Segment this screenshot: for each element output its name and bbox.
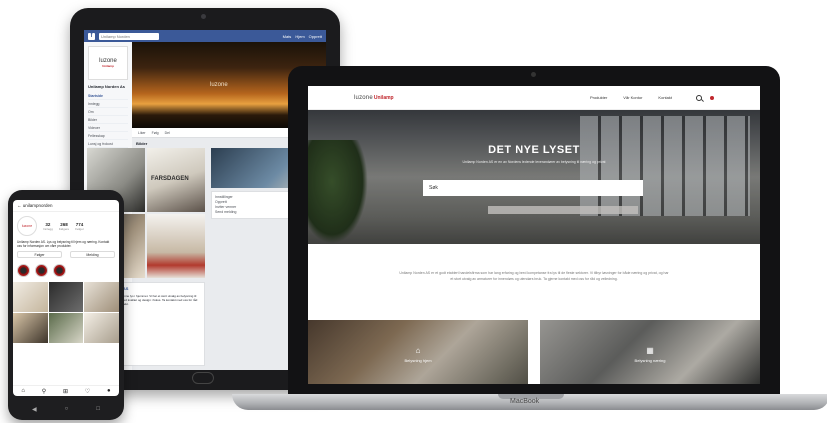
instagram-profile-header: luzone 32 Innlegg 268 Følgere 774 Følger — [13, 212, 119, 240]
story-highlight[interactable] — [53, 264, 66, 277]
share-button[interactable]: Del — [165, 131, 170, 135]
hero-banner: DET NYE LYSET Unilamp Norden AS er en av… — [308, 110, 760, 244]
tile-office[interactable]: ▦ Belysning næring — [540, 320, 760, 384]
home-button-icon — [192, 372, 214, 384]
message-button[interactable]: Melding — [70, 251, 115, 258]
nav-link-kontakt[interactable]: Kontakt — [658, 95, 672, 100]
stat-label: Følgere — [58, 226, 70, 231]
office-icon: ▦ — [646, 346, 654, 355]
instagram-username: unilampnorden — [22, 203, 53, 208]
profile-icon[interactable]: ● — [107, 388, 111, 394]
hero-overlay — [308, 110, 760, 244]
topbar-link[interactable]: Opprett — [309, 34, 322, 39]
site-logo-sub: Unilamp — [373, 94, 394, 101]
topbar-link[interactable]: Hjem — [295, 34, 304, 39]
search-icon[interactable] — [696, 94, 702, 101]
tile-home[interactable]: ⌂ Belysning hjem — [308, 320, 528, 384]
brand-logo-sub: Unilamp — [102, 64, 114, 68]
nav-item-innlegg[interactable]: Innlegg — [88, 100, 128, 108]
tile-label: Belysning hjem — [404, 358, 432, 363]
stat-followers[interactable]: 268 Følgere — [59, 222, 69, 231]
heart-icon[interactable]: ♡ — [85, 388, 90, 395]
site-logo[interactable]: luzone Unilamp — [354, 95, 394, 101]
home-icon: ⌂ — [415, 346, 421, 355]
camera-icon — [201, 14, 206, 19]
topbar-link[interactable]: Mats — [283, 34, 292, 39]
language-flag-icon[interactable] — [710, 95, 714, 100]
post-thumb[interactable] — [13, 282, 48, 312]
stat-posts[interactable]: 32 Innlegg — [43, 222, 53, 231]
site-logo-brand: luzone — [354, 94, 373, 101]
story-highlight[interactable] — [35, 264, 48, 277]
story-highlights — [13, 261, 119, 280]
follow-button[interactable]: Følg — [152, 131, 159, 135]
nav-item-om[interactable]: Om — [88, 108, 128, 116]
home-icon[interactable]: ⌂ — [21, 388, 25, 394]
add-icon[interactable]: ⊞ — [63, 388, 68, 395]
story-highlight[interactable] — [17, 264, 30, 277]
search-icon[interactable]: ⚲ — [42, 388, 46, 395]
profile-stats: 32 Innlegg 268 Følgere 774 Følger — [43, 222, 84, 231]
instagram-profile-screen: ← unilampnorden luzone 32 Innlegg 268 Fø… — [13, 200, 119, 396]
macbook-label: MacBook — [510, 398, 540, 405]
post-thumb[interactable] — [84, 282, 119, 312]
recent-icon[interactable]: □ — [96, 406, 100, 412]
photo-thumb[interactable]: FARSDAGEN — [147, 148, 205, 212]
stat-label: Følger — [75, 226, 84, 231]
facebook-topbar-links: Mats Hjem Opprett — [283, 34, 322, 39]
category-tiles: ⌂ Belysning hjem ▦ Belysning næring — [308, 320, 760, 384]
profile-bio: Unilamp Norden AS. Lys og belysning til … — [17, 240, 110, 248]
nav-item-videoer[interactable]: Videoer — [88, 124, 128, 132]
home-icon[interactable]: ○ — [65, 406, 69, 412]
nav-item-lunsj[interactable]: Lunsj og frokost — [88, 140, 128, 148]
phone-device: ← unilampnorden luzone 32 Innlegg 268 Fø… — [8, 190, 124, 420]
instagram-topbar: ← unilampnorden — [13, 200, 119, 212]
post-thumb[interactable] — [84, 313, 119, 343]
intro-text: Unilamp Norden AS er et godt etablert ha… — [399, 271, 669, 281]
stat-label: Innlegg — [43, 226, 53, 231]
hero-search-input[interactable]: Søk — [423, 180, 643, 196]
facebook-logo-icon[interactable]: f — [88, 32, 95, 40]
post-thumb[interactable] — [48, 282, 84, 312]
instagram-post-grid — [13, 280, 119, 345]
header-icons — [696, 94, 714, 101]
avatar[interactable]: luzone — [17, 216, 37, 236]
nav-link-kontor[interactable]: Vår Kontor — [623, 95, 642, 100]
site-header: luzone Unilamp Produkter Vår Kontor Kont… — [308, 86, 760, 110]
website-screen: luzone Unilamp Produkter Vår Kontor Kont… — [308, 86, 760, 384]
hero-title: DET NYE LYSET — [488, 144, 580, 156]
laptop-device: luzone Unilamp Produkter Vår Kontor Kont… — [288, 66, 780, 396]
nav-link-produkter[interactable]: Produkter — [590, 95, 607, 100]
facebook-search-input[interactable]: Unilamp Norden — [99, 32, 159, 40]
device-mockup-scene: f Unilamp Norden Mats Hjem Opprett luzon… — [0, 0, 827, 423]
cover-logo-text: luzone — [210, 82, 228, 88]
post-thumb[interactable] — [48, 313, 84, 343]
photo-thumb[interactable] — [147, 214, 205, 278]
nav-item-bilder[interactable]: Bilder — [88, 116, 128, 124]
back-icon[interactable]: ◀ — [32, 406, 37, 413]
facebook-topbar: f Unilamp Norden Mats Hjem Opprett — [84, 30, 326, 42]
hero-subtitle: Unilamp Norden AS er en av Nordens leden… — [462, 160, 606, 164]
profile-buttons: Følger Melding — [13, 248, 119, 261]
follow-button[interactable]: Følger — [17, 251, 62, 258]
stat-following[interactable]: 774 Følger — [75, 222, 84, 231]
tile-label: Belysning næring — [634, 358, 666, 363]
page-avatar[interactable]: luzone Unilamp — [88, 46, 128, 80]
site-nav: Produkter Vår Kontor Kontakt — [590, 95, 672, 100]
nav-item-fellesskap[interactable]: Fellesskap — [88, 132, 128, 140]
page-name: Unilamp Norden As — [88, 84, 125, 89]
camera-icon — [531, 72, 536, 77]
instagram-tabbar: ⌂ ⚲ ⊞ ♡ ● — [13, 385, 119, 396]
post-thumb[interactable] — [13, 313, 48, 343]
photo-caption: FARSDAGEN — [151, 176, 189, 182]
like-button[interactable]: Liker — [138, 131, 146, 135]
phone-navbar: ◀ ○ □ — [18, 404, 114, 414]
nav-item-startside[interactable]: Startside — [88, 92, 128, 100]
